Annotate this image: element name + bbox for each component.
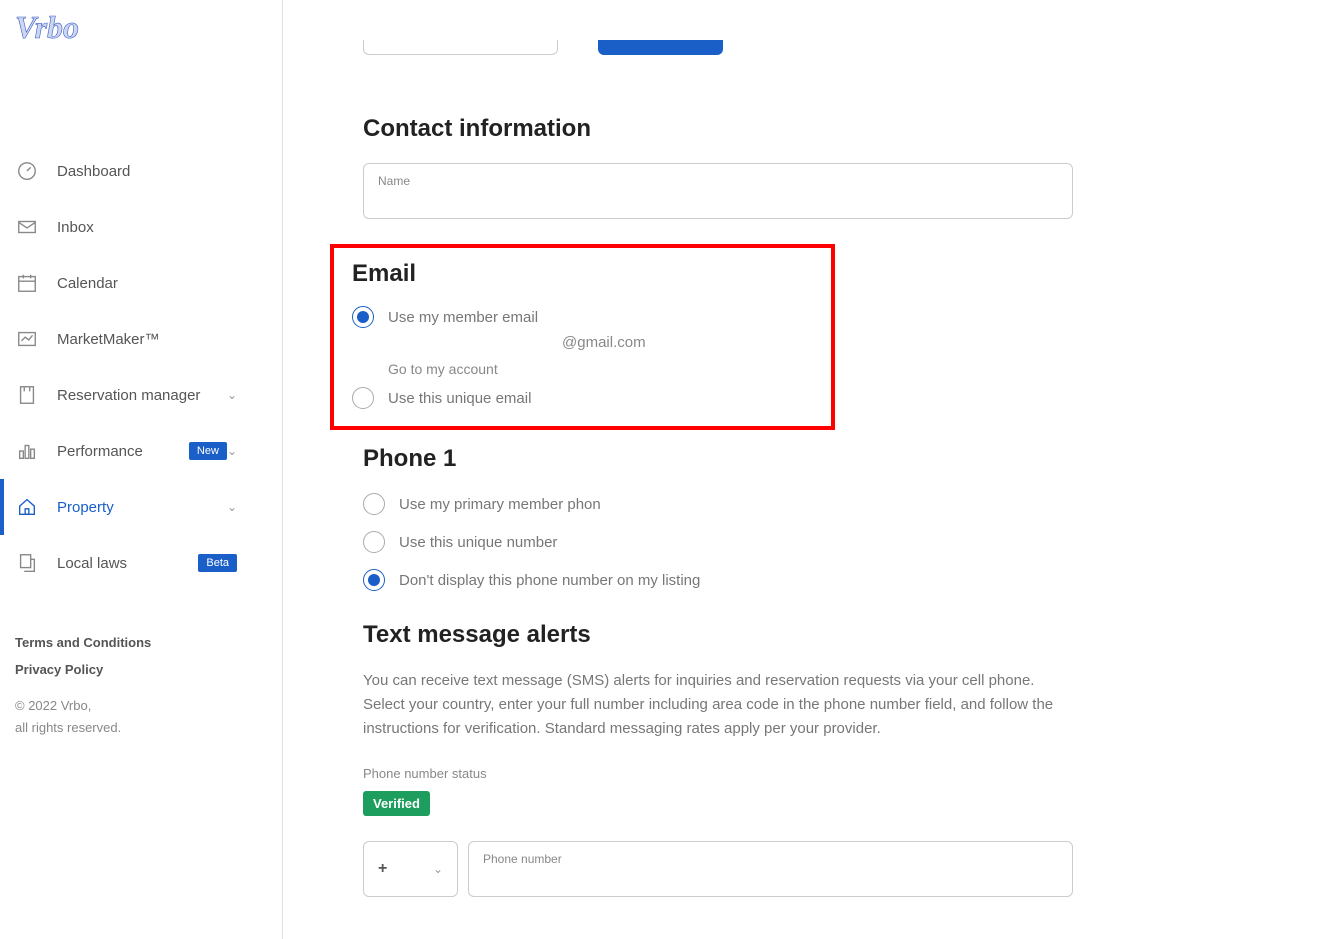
radio-label: Don't display this phone number on my li… (399, 572, 700, 589)
house-icon (15, 495, 39, 519)
gauge-icon (15, 159, 39, 183)
sidebar-item-locallaws[interactable]: Local laws Beta (0, 535, 282, 591)
radio-unique-phone[interactable]: Use this unique number (363, 531, 1243, 553)
radio-unique-email[interactable]: Use this unique email (352, 387, 813, 409)
name-input[interactable] (378, 190, 1058, 207)
bars-icon (15, 439, 39, 463)
sidebar-item-marketmaker[interactable]: MarketMaker™ (0, 311, 282, 367)
book-icon (15, 383, 39, 407)
privacy-link[interactable]: Privacy Policy (15, 662, 151, 677)
nav-label: Property (57, 499, 227, 516)
name-label: Name (378, 174, 1058, 188)
truncated-input[interactable] (363, 40, 558, 55)
calendar-icon (15, 271, 39, 295)
email-suffix: @gmail.com (562, 334, 813, 351)
nav-label: MarketMaker™ (57, 331, 267, 348)
nav-label: Inbox (57, 219, 267, 236)
radio-unselected-icon[interactable] (363, 493, 385, 515)
phone-label: Phone number (483, 852, 1058, 866)
chevron-down-icon: ⌄ (433, 862, 443, 876)
radio-label: Use this unique number (399, 534, 557, 551)
beta-badge: Beta (198, 554, 237, 572)
chevron-down-icon: ⌄ (227, 444, 237, 458)
nav-label: Local laws (57, 555, 198, 572)
radio-label: Use this unique email (388, 390, 531, 407)
truncated-button[interactable] (598, 40, 723, 55)
nav-label: Reservation manager (57, 387, 227, 404)
main-content: Contact information Name Email Use my me… (283, 0, 1323, 939)
radio-label: Use my member email (388, 309, 538, 326)
phone-number-wrapper[interactable]: Phone number (468, 841, 1073, 897)
sidebar-item-inbox[interactable]: Inbox (0, 199, 282, 255)
sidebar-item-calendar[interactable]: Calendar (0, 255, 282, 311)
phone-radio-group: Use my primary member phon Use this uniq… (363, 493, 1243, 591)
sidebar-item-property[interactable]: Property ⌄ (0, 479, 282, 535)
vrbo-logo[interactable]: Vrbo Vrbo (0, 0, 282, 73)
contact-title: Contact information (363, 115, 1243, 143)
copyright: © 2022 Vrbo, all rights reserved. (15, 695, 151, 739)
sms-description: You can receive text message (SMS) alert… (363, 669, 1073, 741)
phone-number-input[interactable] (483, 868, 1058, 885)
radio-selected-icon[interactable] (352, 306, 374, 328)
sidebar-item-reservation[interactable]: Reservation manager ⌄ (0, 367, 282, 423)
radio-hide-phone[interactable]: Don't display this phone number on my li… (363, 569, 1243, 591)
chevron-down-icon: ⌄ (227, 500, 237, 514)
radio-unselected-icon[interactable] (363, 531, 385, 553)
phone-title: Phone 1 (363, 445, 1243, 473)
verified-badge: Verified (363, 791, 430, 816)
radio-selected-icon[interactable] (363, 569, 385, 591)
nav-label: Dashboard (57, 163, 267, 180)
terms-link[interactable]: Terms and Conditions (15, 635, 151, 650)
sms-title: Text message alerts (363, 621, 1243, 649)
svg-text:Vrbo: Vrbo (15, 9, 79, 45)
new-badge: New (189, 442, 227, 460)
phone-input-row: + ⌄ Phone number (363, 841, 1243, 897)
plus-prefix: + (378, 860, 387, 878)
account-link[interactable]: Go to my account (388, 361, 813, 377)
sidebar-item-dashboard[interactable]: Dashboard (0, 143, 282, 199)
sidebar-item-performance[interactable]: Performance New ⌄ (0, 423, 282, 479)
phone-status-label: Phone number status (363, 766, 1243, 781)
footer-links: Terms and Conditions Privacy Policy © 20… (15, 635, 151, 739)
truncated-controls (363, 40, 1243, 55)
radio-primary-phone[interactable]: Use my primary member phon (363, 493, 1243, 515)
radio-unselected-icon[interactable] (352, 387, 374, 409)
country-code-select[interactable]: + ⌄ (363, 841, 458, 897)
email-title: Email (352, 260, 813, 288)
sidebar: Vrbo Vrbo Dashboard Inbox Calendar (0, 0, 283, 939)
nav-label: Performance (57, 443, 181, 460)
document-icon (15, 551, 39, 575)
radio-label: Use my primary member phon (399, 496, 601, 513)
radio-member-email[interactable]: Use my member email (352, 306, 813, 328)
chart-icon (15, 327, 39, 351)
nav-list: Dashboard Inbox Calendar MarketMaker™ Re… (0, 143, 282, 591)
nav-label: Calendar (57, 275, 267, 292)
chevron-down-icon: ⌄ (227, 388, 237, 402)
name-input-wrapper[interactable]: Name (363, 163, 1073, 219)
envelope-icon (15, 215, 39, 239)
email-highlight-box: Email Use my member email @gmail.com Go … (330, 244, 835, 430)
